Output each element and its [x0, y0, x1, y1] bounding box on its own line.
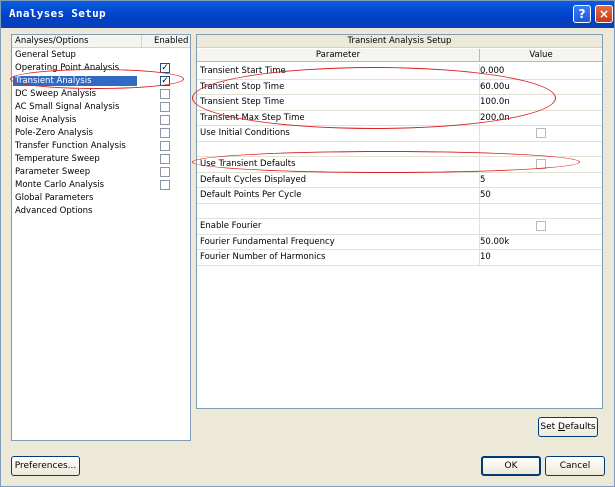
parameter-grid: Transient Start Time 0.000 Transient Stop …: [197, 64, 602, 266]
enabled-checkbox[interactable]: [160, 154, 170, 164]
parameter-name: Fourier Number of Harmonics: [200, 252, 326, 262]
parameter-value[interactable]: 50.00k: [480, 237, 509, 247]
analysis-item-label: Parameter Sweep: [15, 167, 91, 177]
enabled-checkbox[interactable]: [160, 141, 170, 151]
enabled-checkbox[interactable]: [160, 89, 170, 99]
analysis-item-label: Temperature Sweep: [15, 154, 100, 164]
parameter-name: Transient Stop Time: [200, 81, 285, 92]
column-divider: [479, 203, 480, 219]
analysis-item-temperature-sweep[interactable]: Temperature Sweep: [12, 153, 190, 166]
column-header-analyses-options[interactable]: Analyses/Options: [15, 36, 89, 46]
parameter-row-transient-stop-time[interactable]: Transient Stop Time 60.00u: [197, 79, 602, 95]
analysis-item-label: General Setup: [15, 50, 76, 60]
parameter-name: Transient Max Step Time: [200, 112, 305, 123]
ok-button[interactable]: OK: [481, 456, 541, 476]
enabled-checkbox[interactable]: [160, 167, 170, 177]
help-icon[interactable]: ?: [573, 5, 591, 23]
enabled-checkbox[interactable]: [160, 180, 170, 190]
title-bar[interactable]: Analyses Setup ? ×: [1, 1, 614, 28]
set-defaults-button[interactable]: Set Defaults: [538, 417, 598, 437]
analysis-item-label: Transient Analysis: [13, 76, 137, 86]
parameter-value[interactable]: 100.0n: [480, 97, 510, 107]
analyses-list-header: Analyses/Options Enabled: [12, 35, 190, 48]
parameter-row-transient-start-time[interactable]: Transient Start Time 0.000: [197, 64, 602, 80]
parameter-name: Transient Step Time: [200, 97, 285, 107]
parameter-checkbox[interactable]: [536, 221, 546, 231]
enabled-checkbox[interactable]: ✓: [160, 63, 170, 73]
analysis-item-dc-sweep-analysis[interactable]: DC Sweep Analysis: [12, 88, 190, 101]
enabled-checkbox[interactable]: [160, 115, 170, 125]
parameter-value[interactable]: 60.00u: [480, 82, 510, 92]
window-title: Analyses Setup: [9, 7, 106, 20]
panel-title: Transient Analysis Setup: [197, 35, 602, 48]
enabled-checkbox[interactable]: ✓: [160, 76, 170, 86]
parameter-row-transient-step-time[interactable]: Transient Step Time 100.0n: [197, 95, 602, 111]
parameter-value[interactable]: 50: [480, 190, 491, 200]
analysis-item-monte-carlo-analysis[interactable]: Monte Carlo Analysis: [12, 179, 190, 192]
analysis-item-noise-analysis[interactable]: Noise Analysis: [12, 114, 190, 127]
column-header-value[interactable]: Value: [479, 49, 602, 62]
analysis-item-transient-analysis[interactable]: Transient Analysis ✓: [12, 75, 190, 88]
parameter-row-fourier-number-of-harmonics[interactable]: Fourier Number of Harmonics 10: [197, 250, 602, 266]
transient-setup-panel: Transient Analysis Setup Parameter Value…: [196, 34, 603, 409]
parameter-row-fourier-fundamental-frequency[interactable]: Fourier Fundamental Frequency 50.00k: [197, 234, 602, 250]
parameter-row-blank: [197, 203, 602, 219]
analysis-item-label: Noise Analysis: [15, 115, 77, 125]
analysis-item-label: Monte Carlo Analysis: [15, 180, 105, 190]
parameter-name: Use Transient Defaults: [200, 159, 296, 169]
parameter-checkbox[interactable]: [536, 159, 546, 169]
preferences-button[interactable]: Preferences...: [11, 456, 80, 476]
analysis-item-label: Transfer Function Analysis: [15, 141, 126, 151]
analysis-item-ac-small-signal-analysis[interactable]: AC Small Signal Analysis: [12, 101, 190, 114]
parameter-row-blank: [197, 141, 602, 157]
analysis-item-parameter-sweep[interactable]: Parameter Sweep: [12, 166, 190, 179]
analysis-item-label: Global Parameters: [15, 193, 94, 203]
enabled-checkbox[interactable]: [160, 102, 170, 112]
analysis-item-operating-point-analysis[interactable]: Operating Point Analysis ✓: [12, 62, 190, 75]
parameter-value[interactable]: 5: [480, 175, 485, 185]
parameter-row-use-transient-defaults[interactable]: Use Transient Defaults: [197, 157, 602, 173]
analyses-setup-dialog: Analyses Setup ? × Analyses/Options Enab…: [0, 0, 615, 487]
analyses-list-panel: Analyses/Options Enabled General Setup Op…: [11, 34, 191, 441]
parameter-name: Default Cycles Displayed: [200, 174, 307, 185]
analysis-item-label: Advanced Options: [15, 206, 93, 216]
parameter-value[interactable]: 200.0n: [480, 113, 510, 123]
analysis-item-label: AC Small Signal Analysis: [15, 102, 120, 112]
close-icon[interactable]: ×: [595, 5, 613, 23]
cancel-button[interactable]: Cancel: [545, 456, 605, 476]
set-defaults-label-pre: Set: [540, 422, 559, 432]
parameter-row-use-initial-conditions[interactable]: Use Initial Conditions: [197, 126, 602, 142]
parameter-name: Fourier Fundamental Frequency: [200, 236, 335, 247]
analyses-list: General Setup Operating Point Analysis ✓ Tr…: [12, 49, 190, 218]
parameter-value[interactable]: 10: [480, 252, 491, 262]
parameter-row-enable-fourier[interactable]: Enable Fourier: [197, 219, 602, 235]
analysis-item-pole-zero-analysis[interactable]: Pole-Zero Analysis: [12, 127, 190, 140]
set-defaults-label-post: efaults: [564, 422, 596, 432]
column-header-enabled[interactable]: Enabled: [141, 35, 190, 48]
parameter-value[interactable]: 0.000: [480, 66, 504, 76]
column-header-parameter[interactable]: Parameter: [197, 50, 479, 60]
column-divider: [479, 157, 480, 172]
analysis-item-transfer-function-analysis[interactable]: Transfer Function Analysis: [12, 140, 190, 153]
analysis-item-label: Operating Point Analysis: [15, 63, 120, 73]
enabled-checkbox[interactable]: [160, 128, 170, 138]
analysis-item-label: DC Sweep Analysis: [15, 89, 97, 99]
parameter-row-default-points-per-cycle[interactable]: Default Points Per Cycle 50: [197, 188, 602, 204]
analysis-item-label: Pole-Zero Analysis: [15, 128, 93, 138]
parameter-name: Transient Start Time: [200, 66, 286, 76]
parameter-name: Enable Fourier: [200, 221, 262, 231]
parameter-grid-header: Parameter Value: [197, 49, 602, 62]
analysis-item-global-parameters[interactable]: Global Parameters: [12, 192, 190, 205]
parameter-name: Use Initial Conditions: [200, 128, 290, 138]
parameter-row-default-cycles-displayed[interactable]: Default Cycles Displayed 5: [197, 172, 602, 188]
parameter-name: Default Points Per Cycle: [200, 190, 302, 200]
column-divider: [479, 219, 480, 234]
parameter-row-transient-max-step-time[interactable]: Transient Max Step Time 200.0n: [197, 110, 602, 126]
analysis-item-advanced-options[interactable]: Advanced Options: [12, 205, 190, 218]
analysis-item-general-setup[interactable]: General Setup: [12, 49, 190, 62]
parameter-checkbox[interactable]: [536, 128, 546, 138]
set-defaults-label-accel: D: [558, 422, 565, 432]
column-divider: [479, 141, 480, 157]
column-divider: [479, 126, 480, 141]
